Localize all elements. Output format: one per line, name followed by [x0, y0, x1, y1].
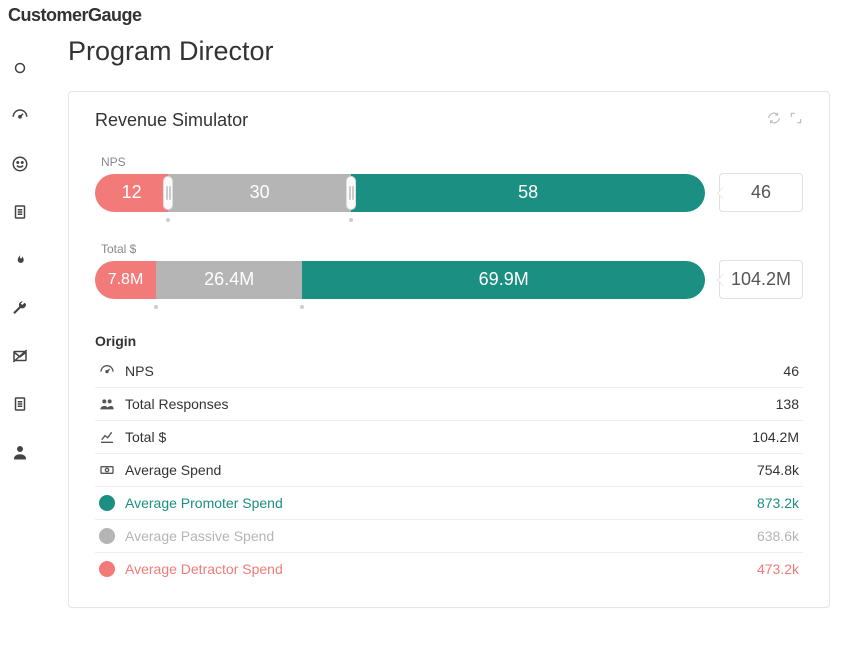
nps-slider[interactable]: 12 30 58 — [95, 174, 705, 212]
table-row: Total $ 104.2M — [95, 421, 803, 454]
table-row: Average Promoter Spend 873.2k — [95, 487, 803, 520]
total-dollar-badge: 104.2M — [719, 260, 803, 299]
origin-value-cell: 104.2M — [634, 421, 803, 454]
origin-value-cell: 638.6k — [634, 520, 803, 553]
origin-label-cell: Average Promoter Spend — [121, 487, 634, 520]
origin-value-cell: 473.2k — [634, 553, 803, 586]
origin-value-cell: 138 — [634, 388, 803, 421]
user-icon[interactable] — [8, 440, 32, 464]
table-row: Average Spend 754.8k — [95, 454, 803, 487]
nps-total-badge: 46 — [719, 173, 803, 212]
nps-handle-2[interactable] — [346, 176, 356, 210]
wrench-icon[interactable] — [8, 296, 32, 320]
total-label: Total $ — [95, 242, 803, 256]
origin-label-cell: Total Responses — [121, 388, 634, 421]
nps-detractor-segment: 12 — [95, 174, 168, 212]
brand-logo: CustomerGauge — [8, 5, 142, 26]
sidebar — [0, 30, 40, 656]
users-icon — [95, 388, 121, 421]
dashboard-icon[interactable] — [8, 104, 32, 128]
clipboard-icon[interactable] — [8, 200, 32, 224]
revenue-simulator-card: Revenue Simulator NPS 12 30 58 — [68, 91, 830, 608]
origin-value-cell: 754.8k — [634, 454, 803, 487]
nps-handle-1[interactable] — [163, 176, 173, 210]
nps-passive-segment: 30 — [168, 174, 351, 212]
card-title: Revenue Simulator — [95, 110, 248, 131]
promoter-swatch-icon — [95, 487, 121, 520]
expand-icon[interactable] — [789, 111, 803, 130]
table-row: Average Passive Spend 638.6k — [95, 520, 803, 553]
origin-heading: Origin — [95, 333, 803, 349]
refresh-icon[interactable] — [767, 111, 781, 130]
origin-label-cell: Average Detractor Spend — [121, 553, 634, 586]
table-row: Total Responses 138 — [95, 388, 803, 421]
origin-label-cell: Average Spend — [121, 454, 634, 487]
nps-label: NPS — [95, 155, 803, 169]
origin-value-cell: 873.2k — [634, 487, 803, 520]
table-row: NPS 46 — [95, 355, 803, 388]
money-icon — [95, 454, 121, 487]
origin-label-cell: Average Passive Spend — [121, 520, 634, 553]
smile-icon[interactable] — [8, 152, 32, 176]
origin-value-cell: 46 — [634, 355, 803, 388]
origin-table: NPS 46 Total Responses 138 Total $ 104.2… — [95, 355, 803, 585]
circle-icon[interactable] — [8, 56, 32, 80]
envelope-slash-icon[interactable] — [8, 344, 32, 368]
total-detractor-segment: 7.8M — [95, 261, 156, 299]
total-promoter-segment: 69.9M — [302, 261, 705, 299]
table-row: Average Detractor Spend 473.2k — [95, 553, 803, 586]
gauge-icon — [95, 355, 121, 388]
nps-promoter-segment: 58 — [351, 174, 705, 212]
chart-line-icon — [95, 421, 121, 454]
clipboard-icon-2[interactable] — [8, 392, 32, 416]
total-dollar-bar: 7.8M 26.4M 69.9M — [95, 261, 705, 299]
passive-swatch-icon — [95, 520, 121, 553]
origin-label-cell: NPS — [121, 355, 634, 388]
page-title: Program Director — [68, 36, 830, 67]
origin-label-cell: Total $ — [121, 421, 634, 454]
fire-icon[interactable] — [8, 248, 32, 272]
total-passive-segment: 26.4M — [156, 261, 302, 299]
detractor-swatch-icon — [95, 553, 121, 586]
